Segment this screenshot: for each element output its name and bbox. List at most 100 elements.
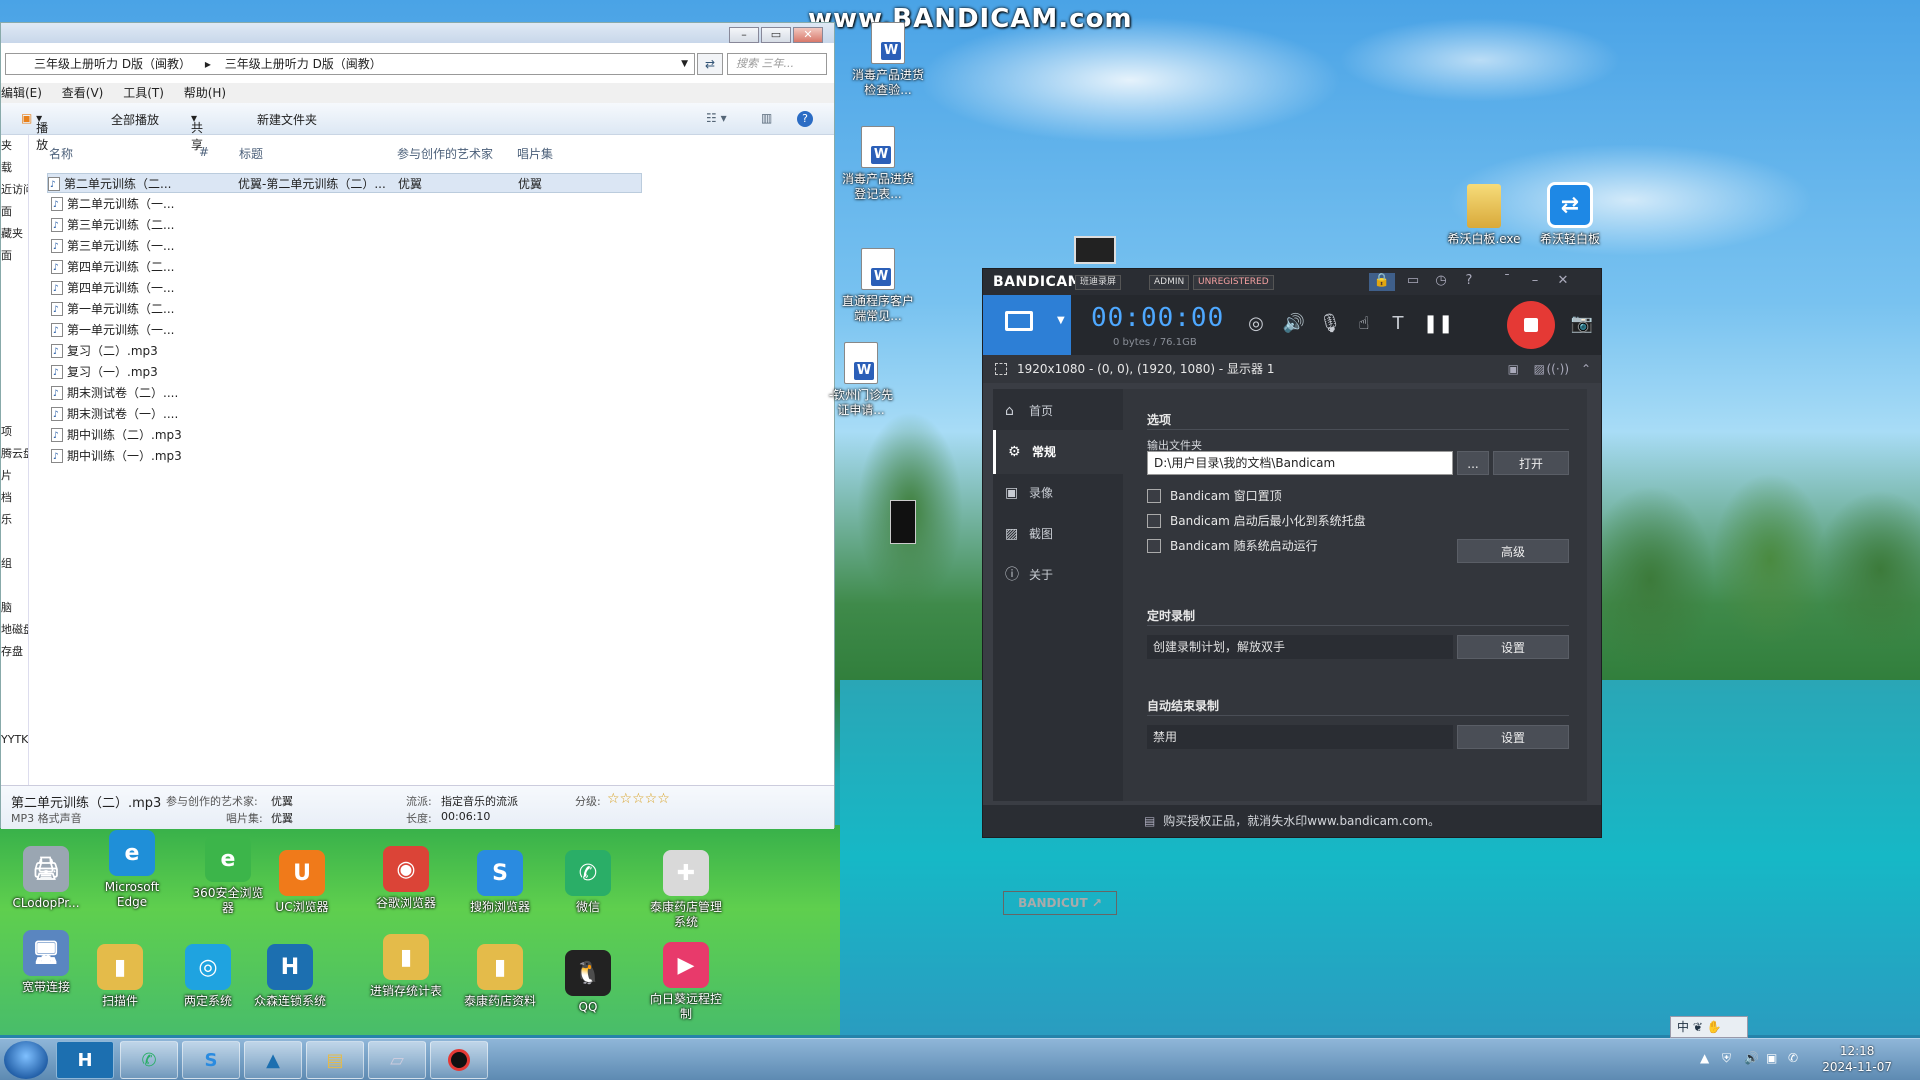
- table-row[interactable]: 期中训练（一）.mp3: [51, 446, 182, 467]
- desktop-icon[interactable]: ✚ 泰康药店管理系统: [646, 850, 726, 930]
- camera-icon[interactable]: 📷: [1569, 313, 1595, 339]
- nav-item[interactable]: [1, 531, 28, 553]
- column-name[interactable]: 名称: [49, 145, 73, 162]
- checkbox-box[interactable]: [1147, 489, 1161, 503]
- detail-genre[interactable]: 指定音乐的流派: [441, 793, 518, 809]
- cursor-icon[interactable]: ☝: [1351, 313, 1377, 339]
- desktop-icon[interactable]: ◉ 谷歌浏览器: [366, 846, 446, 911]
- video-thumbnail-icon[interactable]: [1074, 236, 1116, 264]
- nav-item[interactable]: 腾云盘: [1, 443, 28, 465]
- desktop-icon[interactable]: ▮ 泰康药店资料: [460, 944, 540, 1009]
- output-folder-input[interactable]: D:\用户目录\我的文档\Bandicam: [1147, 451, 1453, 475]
- address-bar[interactable]: 三年级上册听力 D版（闽教） ▸ 三年级上册听力 D版（闽教） ▼: [5, 53, 695, 75]
- table-row[interactable]: 期中训练（二）.mp3: [51, 425, 182, 446]
- menu-tools[interactable]: 工具(T): [123, 86, 164, 100]
- tray-expand-icon[interactable]: ▲: [1700, 1051, 1709, 1065]
- pause-icon[interactable]: ❚❚: [1423, 313, 1453, 339]
- nav-item[interactable]: 藏夹: [1, 223, 28, 245]
- checkbox-topmost[interactable]: Bandicam 窗口置顶: [1147, 487, 1282, 504]
- nav-item[interactable]: 载: [1, 157, 28, 179]
- desktop-icon-doc-2[interactable]: 消毒产品进货登记表...: [838, 126, 918, 202]
- bandicut-button[interactable]: BANDICUT ↗: [1003, 891, 1117, 915]
- speaker-icon[interactable]: 🔊: [1281, 313, 1307, 339]
- minimize-button[interactable]: –: [729, 27, 759, 43]
- close-icon[interactable]: ✕: [1553, 273, 1573, 291]
- chevron-down-icon[interactable]: ▼: [1057, 315, 1065, 326]
- column-number[interactable]: #: [199, 145, 209, 159]
- desktop-icon-seewo-exe[interactable]: 希沃白板.exe: [1444, 184, 1524, 247]
- collapse-icon[interactable]: ⌃: [1581, 355, 1591, 383]
- nav-image[interactable]: ▨ 截图: [993, 512, 1123, 556]
- taskbar-app-explorer[interactable]: ▤: [306, 1041, 364, 1079]
- column-album[interactable]: 唱片集: [517, 145, 553, 162]
- nav-item[interactable]: [1, 707, 28, 729]
- timer-settings-button[interactable]: 设置: [1457, 635, 1569, 659]
- nav-home[interactable]: ⌂ 首页: [993, 389, 1123, 433]
- taskbar-app-zhongsen[interactable]: H: [56, 1041, 114, 1079]
- desktop-icon[interactable]: ▶ 向日葵远程控制: [646, 942, 726, 1022]
- open-button[interactable]: 打开: [1493, 451, 1569, 475]
- lock-icon[interactable]: 🔒: [1369, 273, 1395, 291]
- clock-icon[interactable]: ◷: [1431, 273, 1451, 291]
- menu-edit[interactable]: 编辑(E): [1, 86, 42, 100]
- desktop-icon[interactable]: e Microsoft Edge: [92, 830, 172, 910]
- desktop-icon[interactable]: ▮ 进销存统计表: [366, 934, 446, 999]
- network-icon[interactable]: ▣: [1766, 1051, 1777, 1065]
- nav-item[interactable]: [1, 377, 28, 399]
- nav-item[interactable]: 地磁盘: [1, 619, 28, 641]
- nav-item[interactable]: [1, 289, 28, 311]
- nav-item[interactable]: [1, 267, 28, 289]
- nav-item[interactable]: 项: [1, 421, 28, 443]
- stop-record-button[interactable]: [1507, 301, 1555, 349]
- nav-general[interactable]: ⚙ 常规: [993, 430, 1123, 474]
- checkbox-box[interactable]: [1147, 539, 1161, 553]
- nav-video[interactable]: ▣ 录像: [993, 471, 1123, 515]
- breadcrumb-1[interactable]: 三年级上册听力 D版（闽教）: [34, 57, 191, 71]
- menu-view[interactable]: 查看(V): [62, 86, 104, 100]
- nav-item[interactable]: YYTK: [1, 729, 28, 751]
- column-title[interactable]: 标题: [239, 145, 263, 162]
- video-thumbnail-icon-small[interactable]: [890, 500, 916, 544]
- nav-item[interactable]: [1, 663, 28, 685]
- maximize-button[interactable]: ▭: [761, 27, 791, 43]
- taskbar-app-sogou[interactable]: S: [182, 1041, 240, 1079]
- view-options-icon[interactable]: ☷ ▾: [706, 111, 727, 125]
- taskbar-app-bandicam[interactable]: [430, 1041, 488, 1079]
- nav-item[interactable]: 面: [1, 245, 28, 267]
- volume-icon[interactable]: 🔊: [1744, 1051, 1759, 1065]
- table-row-selected[interactable]: 第二单元训练（二... 优翼-第二单元训练（二）... 优翼 优翼: [47, 173, 642, 195]
- wechat-tray-icon[interactable]: ✆: [1788, 1051, 1798, 1065]
- nav-item[interactable]: 脑: [1, 597, 28, 619]
- breadcrumb-2[interactable]: 三年级上册听力 D版（闽教）: [225, 57, 382, 71]
- nav-item[interactable]: 乐: [1, 509, 28, 531]
- nav-item[interactable]: [1, 575, 28, 597]
- checkbox-box[interactable]: [1147, 514, 1161, 528]
- autostop-settings-button[interactable]: 设置: [1457, 725, 1569, 749]
- nav-item[interactable]: 档: [1, 487, 28, 509]
- desktop-icon[interactable]: 🖨 CLodopPr...: [6, 846, 86, 911]
- rating-stars[interactable]: ☆☆☆☆☆: [607, 791, 670, 807]
- help-icon[interactable]: ?: [1459, 273, 1479, 291]
- desktop-icon-doc-3[interactable]: 直通程序客户端常见...: [838, 248, 918, 324]
- nav-item[interactable]: 面: [1, 201, 28, 223]
- search-input[interactable]: 搜索 三年...: [727, 53, 827, 75]
- bandicam-footer[interactable]: ▤ 购买授权正品，就消失水印www.bandicam.com。: [983, 805, 1601, 837]
- table-row[interactable]: 复习（一）.mp3: [51, 362, 158, 383]
- play-all-button[interactable]: 全部播放: [111, 111, 159, 128]
- desktop-icon[interactable]: 🖥 宽带连接: [6, 930, 86, 995]
- table-row[interactable]: 第一单元训练（一...: [51, 320, 174, 341]
- screen-mode-button[interactable]: ▼: [983, 295, 1071, 355]
- nav-item[interactable]: 夹: [1, 135, 28, 157]
- new-folder-button[interactable]: 新建文件夹: [257, 111, 317, 128]
- checkbox-startup[interactable]: Bandicam 随系统启动运行: [1147, 537, 1318, 554]
- nav-item[interactable]: 组: [1, 553, 28, 575]
- desktop-icon[interactable]: U UC浏览器: [262, 850, 342, 915]
- folder-icon[interactable]: ▭: [1403, 273, 1423, 291]
- nav-item[interactable]: [1, 399, 28, 421]
- unregistered-tag[interactable]: UNREGISTERED: [1193, 275, 1274, 290]
- clock[interactable]: 12:18 2024-11-07: [1822, 1043, 1892, 1075]
- nav-item[interactable]: 近访问: [1, 179, 28, 201]
- microphone-off-icon[interactable]: 🎙: [1317, 313, 1343, 339]
- security-icon[interactable]: ⛨: [1722, 1051, 1731, 1066]
- ime-bar[interactable]: 中 ❦ ✋: [1670, 1016, 1748, 1038]
